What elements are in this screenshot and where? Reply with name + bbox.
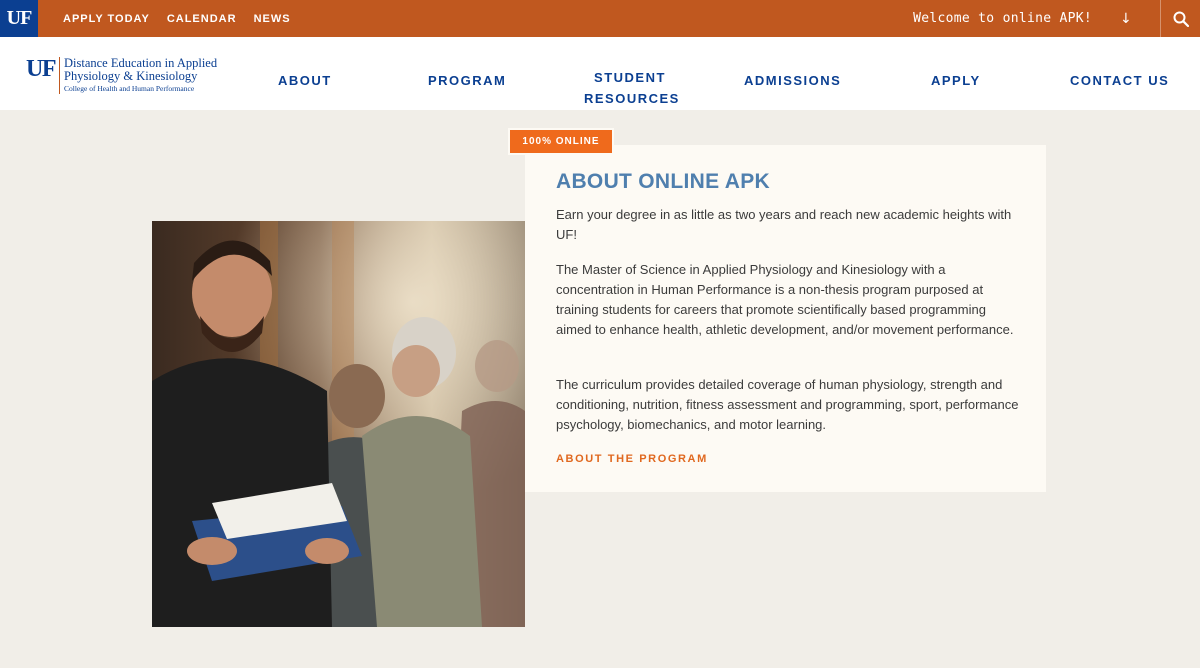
about-the-program-link[interactable]: ABOUT THE PROGRAM — [556, 453, 708, 465]
nav-student-label: STUDENT — [594, 70, 666, 85]
top-bar: UF APPLY TODAY CALENDAR NEWS Welcome to … — [0, 0, 1200, 37]
site-logo[interactable]: UF Distance Education in Applied Physiol… — [26, 57, 217, 94]
page-title: ABOUT ONLINE APK — [556, 170, 771, 193]
intro-paragraph: Earn your degree in as little as two yea… — [556, 207, 1012, 242]
nav-resources-label: RESOURCES — [584, 91, 680, 106]
program-paragraph: The Master of Science in Applied Physiol… — [556, 262, 1014, 337]
top-right: Welcome to online APK! ↓ — [913, 0, 1200, 37]
calendar-link[interactable]: CALENDAR — [167, 13, 237, 25]
nav-student-resources[interactable]: STUDENT RESOURCES — [584, 67, 678, 109]
uf-logo[interactable]: UF — [0, 0, 38, 37]
apply-today-link[interactable]: APPLY TODAY — [63, 13, 150, 25]
welcome-text: Welcome to online APK! — [913, 11, 1092, 26]
nav-admissions[interactable]: ADMISSIONS — [744, 70, 841, 91]
search-icon — [1173, 11, 1189, 27]
logo-college: College of Health and Human Performance — [64, 84, 195, 93]
top-links: APPLY TODAY CALENDAR NEWS — [63, 13, 291, 25]
news-link[interactable]: NEWS — [254, 13, 291, 25]
logo-title-line2: Physiology & Kinesiology — [64, 69, 198, 83]
nav-program[interactable]: PROGRAM — [428, 70, 506, 91]
hero-photo — [152, 221, 525, 627]
curriculum-paragraph: The curriculum provides detailed coverag… — [556, 377, 1019, 432]
nav-about[interactable]: ABOUT — [278, 70, 332, 91]
online-badge: 100% ONLINE — [508, 128, 614, 155]
search-button[interactable] — [1160, 0, 1200, 37]
welcome-dropdown[interactable]: Welcome to online APK! ↓ — [913, 11, 1132, 27]
nav-apply[interactable]: APPLY — [931, 70, 981, 91]
logo-mark: UF — [26, 56, 57, 82]
main-nav: UF Distance Education in Applied Physiol… — [0, 37, 1200, 110]
arrow-down-icon: ↓ — [1119, 10, 1132, 27]
nav-contact-us[interactable]: CONTACT US — [1070, 70, 1169, 91]
logo-text: Distance Education in Applied Physiology… — [59, 57, 217, 94]
